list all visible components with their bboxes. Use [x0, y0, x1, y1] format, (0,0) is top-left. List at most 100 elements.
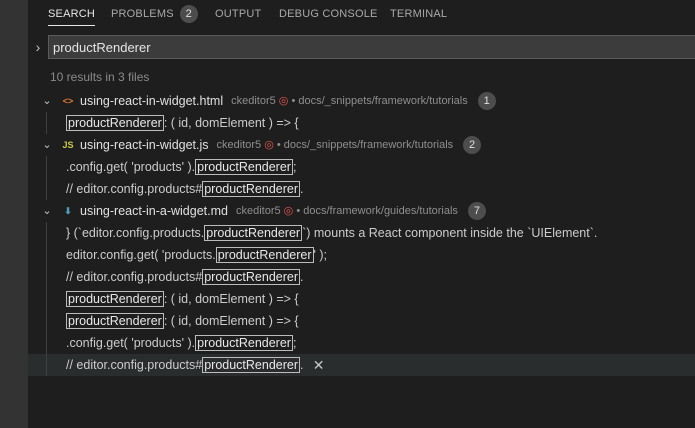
match-suffix: .: [300, 358, 304, 372]
workspace-name: ckeditor5: [216, 139, 262, 151]
results-summary: 10 results in 3 files: [50, 70, 150, 84]
tab-label: DEBUG CONSOLE: [279, 7, 378, 20]
tree-indent-guide: [46, 354, 47, 376]
match-prefix: .config.get( 'products' ).: [66, 160, 196, 174]
match-result-row[interactable]: // editor.config.products# productRendere…: [28, 266, 695, 288]
tab-search[interactable]: SEARCH: [48, 0, 96, 27]
tab-label: OUTPUT: [215, 7, 262, 20]
match-line-text: productRenderer: ( id, domElement ) => {: [66, 112, 299, 134]
match-result-row[interactable]: .config.get( 'products' ). productRendere…: [28, 332, 695, 354]
match-suffix: ' );: [313, 248, 328, 262]
tree-indent-guide: [46, 310, 47, 332]
match-suffix: : ( id, domElement ) => {: [163, 314, 299, 328]
match-count-badge: 2: [463, 136, 482, 154]
search-input[interactable]: [48, 35, 695, 59]
match-suffix: : ( id, domElement ) => {: [163, 116, 299, 130]
tree-indent-guide: [46, 332, 47, 354]
match-suffix: `) mounts a React component inside the `…: [302, 226, 598, 240]
match-line-text: // editor.config.products# productRendere…: [66, 178, 304, 200]
match-highlight: productRenderer: [195, 335, 293, 351]
match-highlight: productRenderer: [215, 247, 314, 263]
separator-dot: •: [288, 95, 299, 107]
match-line-text: .config.get( 'products' ). productRendere…: [66, 332, 296, 354]
match-suffix: .: [300, 270, 304, 284]
tree-indent-guide: [46, 178, 47, 200]
html-file-icon: <>: [62, 96, 74, 106]
tree-indent-guide: [46, 244, 47, 266]
folder-path: docs/_snippets/framework/tutorials: [298, 95, 468, 107]
separator-dot: •: [293, 205, 304, 217]
folder-path: docs/_snippets/framework/tutorials: [283, 139, 454, 151]
match-highlight: productRenderer: [204, 225, 303, 241]
close-icon[interactable]: ✕: [313, 354, 325, 376]
match-count-badge: 7: [467, 202, 486, 220]
file-path: ckeditor5 ◎ • docs/framework/guides/tuto…: [236, 200, 458, 222]
file-result-row[interactable]: ⌄ ⬇ using-react-in-a-widget.md ckeditor5 ◎ …: [28, 200, 695, 222]
tree-indent-guide: [46, 156, 47, 178]
file-result-row[interactable]: ⌄ <> using-react-in-widget.html ckeditor5 ◎…: [28, 90, 695, 112]
tab-output[interactable]: OUTPUT: [215, 0, 261, 27]
tab-problems[interactable]: PROBLEMS 2: [111, 0, 198, 27]
panel-tabs: SEARCH PROBLEMS 2 OUTPUT DEBUG CONSOLE T…: [28, 0, 695, 27]
match-prefix: // editor.config.products#: [66, 358, 203, 372]
tree-indent-guide: [46, 222, 47, 244]
file-result-row[interactable]: ⌄ JS using-react-in-widget.js ckeditor5 ◎ •…: [28, 134, 695, 156]
tree-indent-guide: [46, 266, 47, 288]
file-path: ckeditor5 ◎ • docs/_snippets/framework/t…: [217, 134, 454, 156]
chevron-down-icon[interactable]: ⌄: [41, 134, 53, 156]
match-line-text: productRenderer: ( id, domElement ) => {: [66, 310, 299, 332]
match-line-text: productRenderer: ( id, domElement ) => {: [66, 288, 299, 310]
workspace-name: ckeditor5: [231, 95, 276, 107]
match-count-badge: 1: [477, 92, 496, 110]
match-result-row[interactable]: } (`editor.config.products. productRender…: [28, 222, 695, 244]
match-line-text: } (`editor.config.products. productRender…: [66, 222, 597, 244]
toggle-replace-chevron-right-icon[interactable]: ›: [32, 38, 44, 56]
target-icon: ◎: [264, 139, 274, 151]
activity-bar-edge: [0, 0, 28, 428]
match-highlight: productRenderer: [66, 313, 164, 329]
tree-indent-guide: [46, 112, 47, 134]
separator-dot: •: [273, 139, 284, 151]
chevron-down-icon[interactable]: ⌄: [41, 90, 53, 112]
tab-terminal[interactable]: TERMINAL: [390, 0, 447, 27]
workspace-name: ckeditor5: [235, 205, 281, 217]
match-suffix: ;: [292, 160, 297, 174]
tree-indent-guide: [46, 288, 47, 310]
match-line-text: .config.get( 'products' ). productRendere…: [66, 156, 296, 178]
match-result-row[interactable]: productRenderer: ( id, domElement ) => {: [28, 310, 695, 332]
match-prefix: } (`editor.config.products.: [66, 226, 205, 240]
match-result-row[interactable]: productRenderer: ( id, domElement ) => {: [28, 288, 695, 310]
chevron-down-icon[interactable]: ⌄: [41, 200, 53, 222]
match-suffix: .: [300, 182, 304, 196]
tab-label: PROBLEMS: [111, 7, 174, 20]
match-suffix: : ( id, domElement ) => {: [163, 292, 299, 306]
match-prefix: // editor.config.products#: [66, 270, 203, 284]
problems-count-badge: 2: [179, 4, 198, 23]
tab-debug-console[interactable]: DEBUG CONSOLE: [279, 0, 378, 27]
match-suffix: ;: [292, 336, 297, 350]
match-line-text: editor.config.get( 'products. productRend…: [66, 244, 327, 266]
match-line-text: // editor.config.products# productRendere…: [66, 354, 304, 376]
match-result-row[interactable]: .config.get( 'products' ). productRendere…: [28, 156, 695, 178]
match-highlight: productRenderer: [195, 159, 293, 175]
search-panel: SEARCH PROBLEMS 2 OUTPUT DEBUG CONSOLE T…: [28, 0, 695, 428]
match-result-row[interactable]: editor.config.get( 'products. productRend…: [28, 244, 695, 266]
tab-label: TERMINAL: [390, 7, 448, 20]
file-path: ckeditor5 ◎ • docs/_snippets/framework/t…: [231, 90, 468, 112]
match-highlight: productRenderer: [202, 357, 301, 373]
match-highlight: productRenderer: [202, 269, 301, 285]
match-result-row[interactable]: productRenderer: ( id, domElement ) => {: [28, 112, 695, 134]
match-prefix: .config.get( 'products' ).: [66, 336, 196, 350]
target-icon: ◎: [283, 205, 294, 217]
match-highlight: productRenderer: [66, 115, 164, 131]
match-line-text: // editor.config.products# productRendere…: [66, 266, 304, 288]
match-result-row[interactable]: // editor.config.products# productRendere…: [28, 354, 695, 376]
match-prefix: // editor.config.products#: [66, 182, 203, 196]
match-prefix: editor.config.get( 'products.: [66, 248, 216, 262]
search-results-tree: ⌄ <> using-react-in-widget.html ckeditor5 ◎…: [28, 90, 695, 376]
tab-label: SEARCH: [48, 7, 96, 20]
match-highlight: productRenderer: [66, 291, 164, 307]
markdown-file-icon: ⬇: [64, 206, 72, 216]
folder-path: docs/framework/guides/tutorials: [303, 205, 458, 217]
match-result-row[interactable]: // editor.config.products# productRendere…: [28, 178, 695, 200]
